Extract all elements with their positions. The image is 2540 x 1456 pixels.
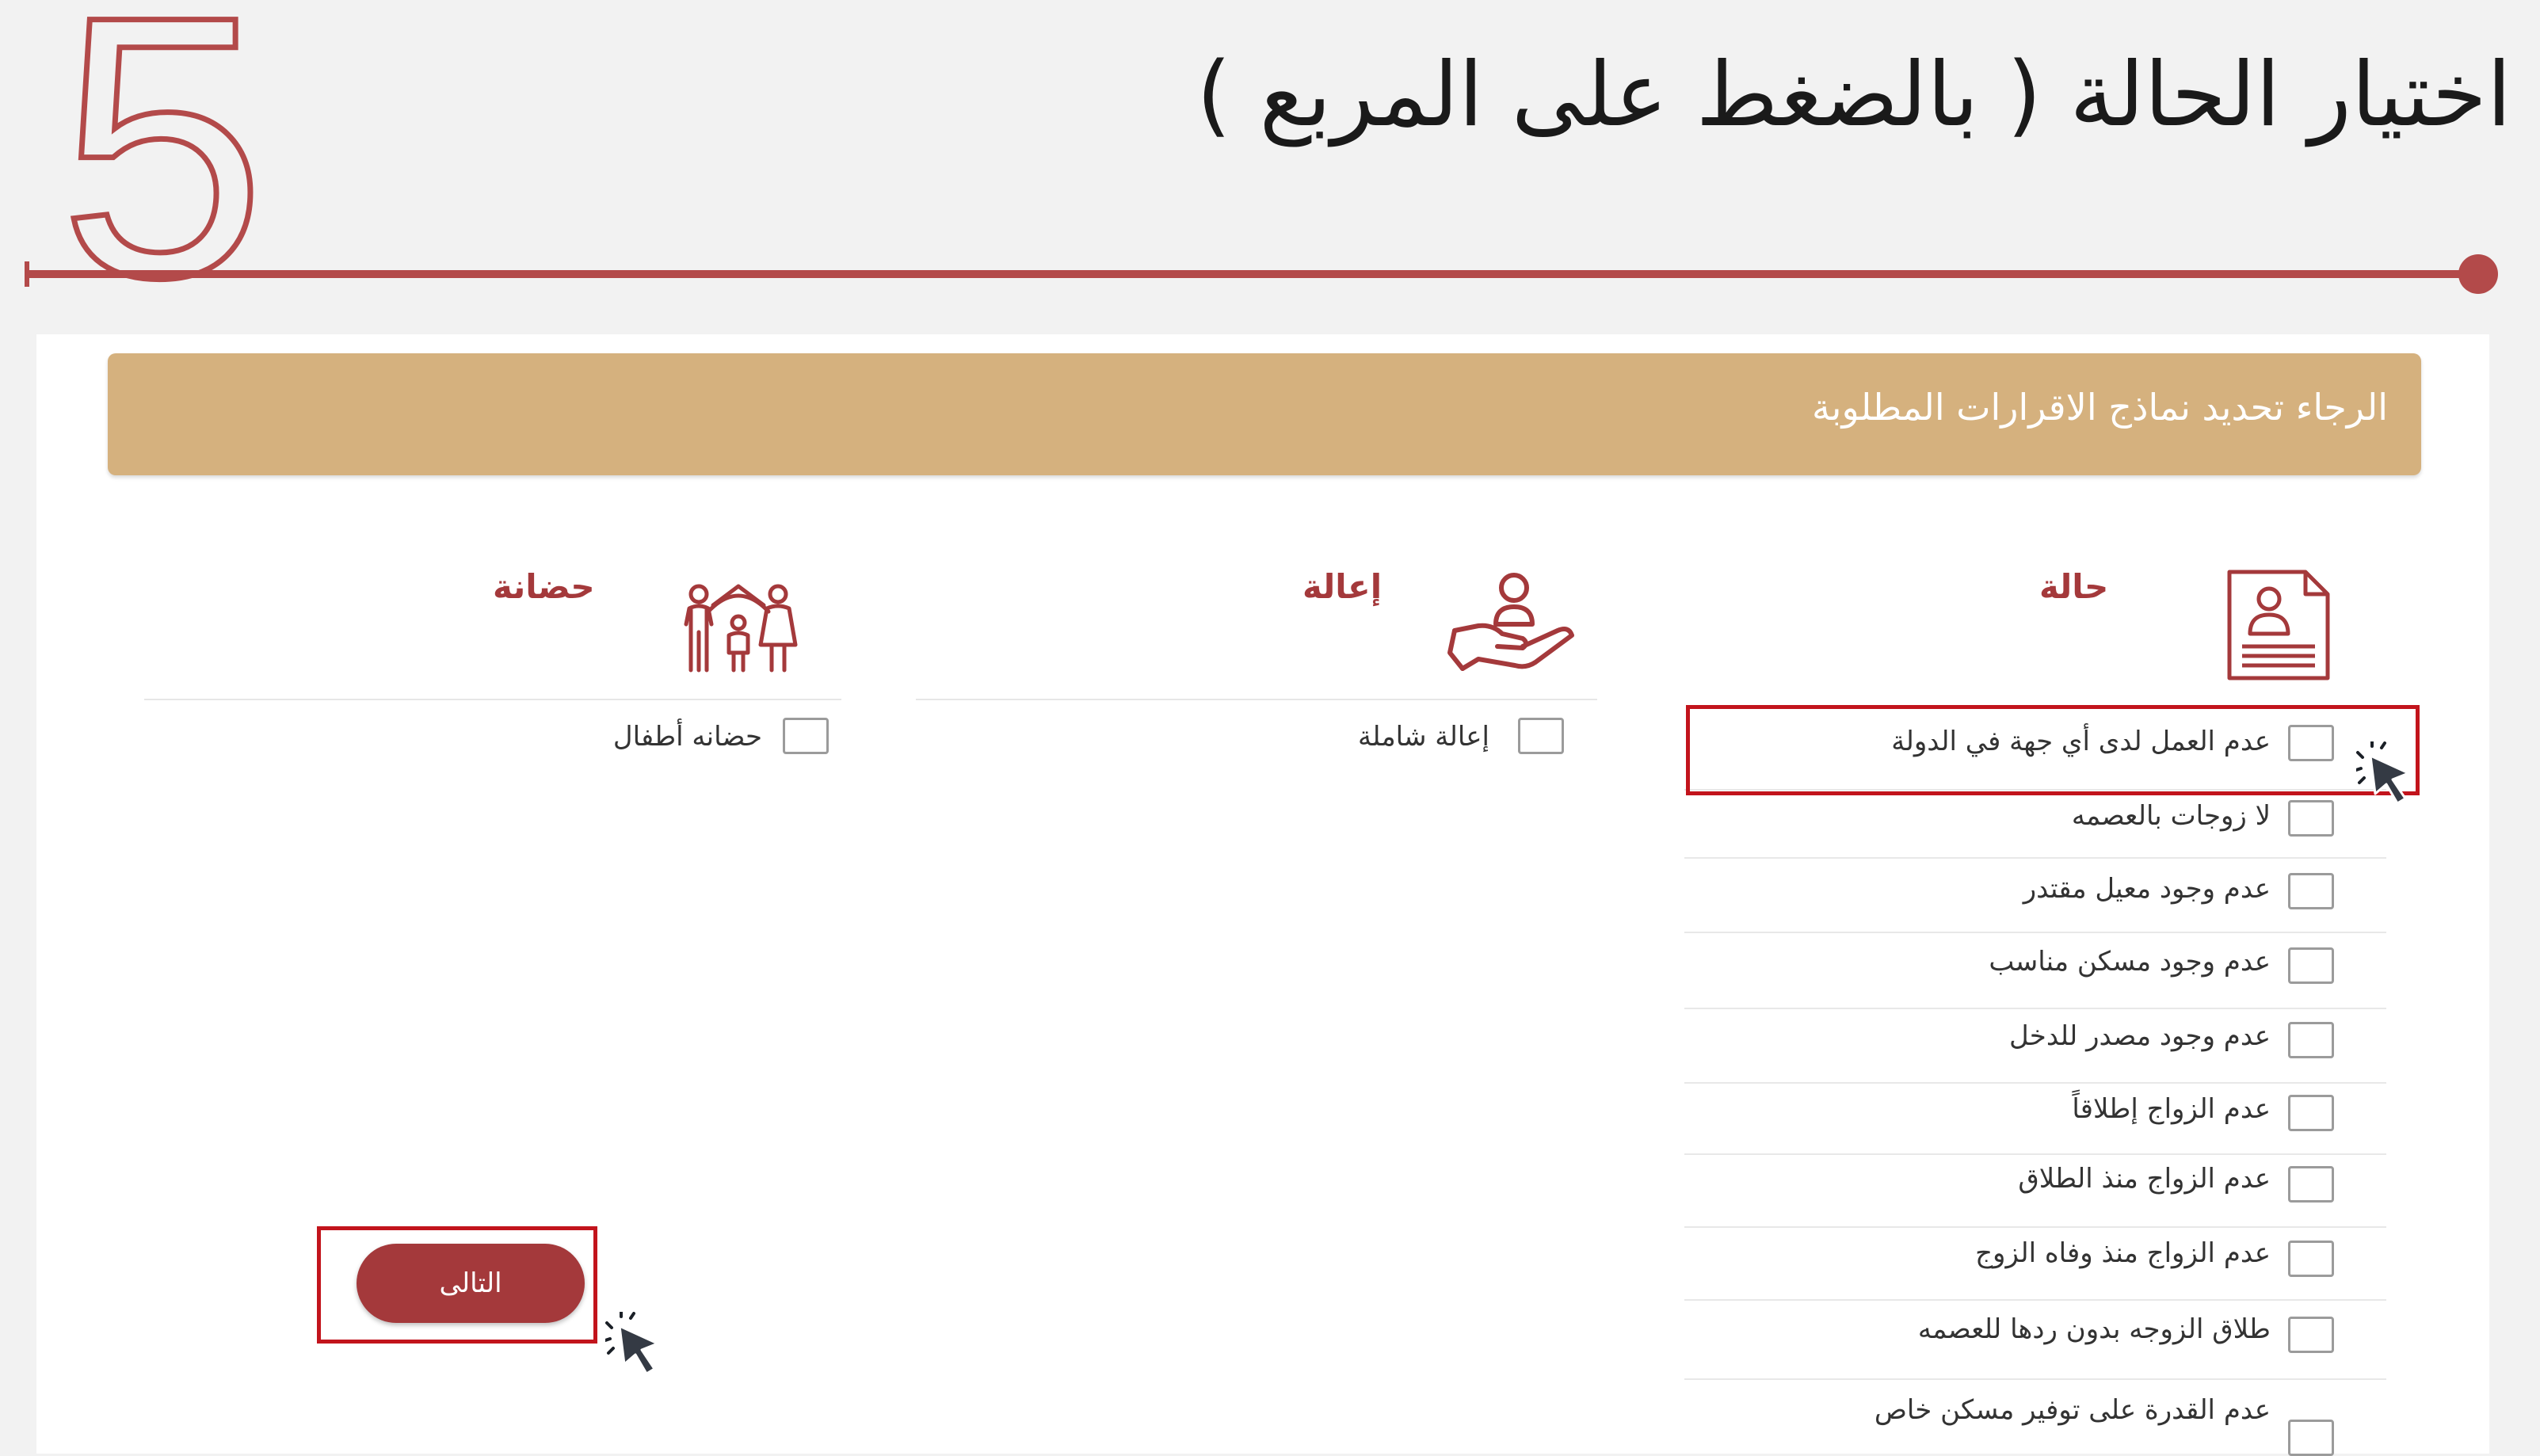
row-divider — [1684, 1378, 2386, 1380]
status-option-checkbox[interactable] — [2288, 800, 2334, 837]
status-option-checkbox[interactable] — [2288, 1022, 2334, 1058]
pointer-cursor-icon — [605, 1312, 659, 1375]
instruction-banner: الرجاء تحديد نماذج الاقرارات المطلوبة — [108, 353, 2421, 475]
row-divider — [1684, 1153, 2386, 1155]
support-option-checkbox[interactable] — [1518, 718, 1564, 754]
custody-option-label: حضانه أطفال — [612, 721, 762, 753]
step-number: 5 — [59, 0, 265, 285]
banner-text: الرجاء تحديد نماذج الاقرارات المطلوبة — [1812, 386, 2388, 429]
custody-option-checkbox[interactable] — [783, 718, 829, 754]
status-option-label: عدم وجود معيل مقتدر — [2023, 873, 2271, 905]
status-option-label: لا زوجات بالعصمه — [2071, 800, 2271, 832]
step-title: اختيار الحالة ( بالضغط على المربع ) — [1196, 44, 2511, 147]
row-divider — [1684, 857, 2386, 859]
status-option-label: طلاق الزوجه بدون ردها للعصمه — [1917, 1313, 2271, 1345]
row-divider — [1684, 1008, 2386, 1009]
status-option-checkbox[interactable] — [2288, 1420, 2334, 1456]
status-option-checkbox[interactable] — [2288, 873, 2334, 909]
row-divider — [1684, 1226, 2386, 1228]
status-title: حالة — [2039, 567, 2109, 606]
support-divider — [916, 699, 1597, 700]
status-option-label: عدم الزواج منذ وفاه الزوج — [1975, 1237, 2271, 1269]
custody-title: حضانة — [493, 567, 595, 606]
status-option-checkbox[interactable] — [2288, 1317, 2334, 1353]
step-number-graphic: 5 — [56, 0, 269, 285]
status-option-label: عدم الزواج إطلاقاً — [2072, 1093, 2271, 1125]
support-option-label: إعالة شاملة — [1357, 721, 1489, 753]
status-option-checkbox[interactable] — [2288, 1095, 2334, 1131]
custody-divider — [144, 699, 841, 700]
row-divider — [1684, 1299, 2386, 1301]
row-divider — [1684, 1082, 2386, 1084]
status-option-label: عدم وجود مصدر للدخل — [2009, 1020, 2271, 1052]
form-panel: الرجاء تحديد نماذج الاقرارات المطلوبة حض… — [36, 334, 2489, 1456]
status-option-label: عدم القدرة على توفير مسكن خاص — [1874, 1394, 2271, 1426]
hand-person-icon — [1447, 573, 1574, 671]
status-option-checkbox[interactable] — [2288, 1166, 2334, 1203]
row-divider — [1684, 932, 2386, 933]
support-title: إعالة — [1302, 567, 1383, 606]
status-option-label: عدم الزواج منذ الطلاق — [2018, 1163, 2271, 1195]
next-button[interactable]: التالى — [357, 1244, 585, 1323]
timeline-end-dot — [2458, 254, 2498, 294]
pointer-cursor-icon — [2356, 741, 2410, 805]
status-option-checkbox[interactable] — [2288, 947, 2334, 984]
status-option-label: عدم وجود مسكن مناسب — [1989, 946, 2271, 978]
timeline-line — [25, 254, 2498, 294]
status-option-checkbox[interactable] — [2288, 1241, 2334, 1277]
family-icon — [684, 584, 798, 673]
document-person-icon — [2227, 570, 2330, 680]
option-highlight-box — [1686, 705, 2420, 795]
